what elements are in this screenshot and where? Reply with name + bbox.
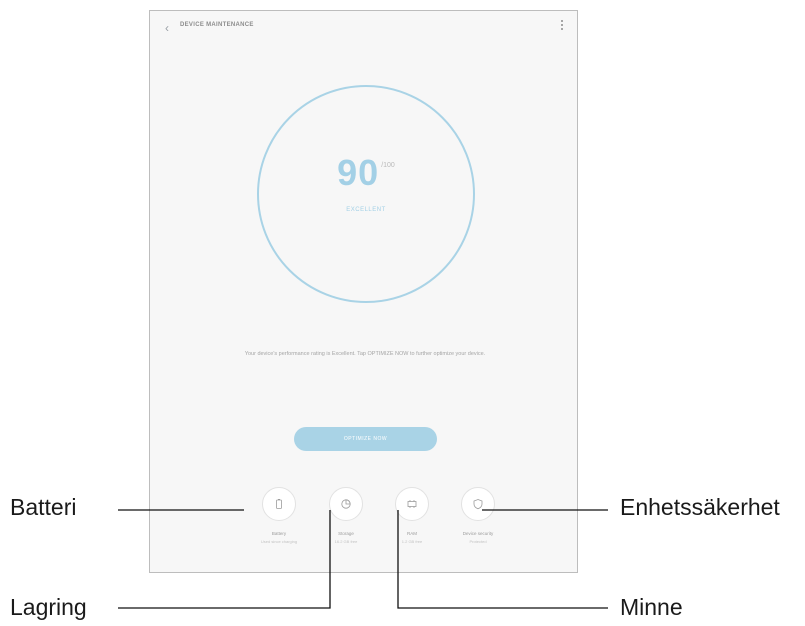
lagring-leader-line	[118, 510, 331, 609]
callout-enhetssakerhet: Enhetssäkerhet	[620, 494, 780, 520]
callout-batteri: Batteri	[10, 494, 77, 520]
stage: ‹ DEVICE MAINTENANCE 90/100 EXCELLENT Yo…	[0, 0, 805, 626]
callout-lagring: Lagring	[10, 594, 87, 620]
minne-leader-line	[397, 510, 608, 609]
callout-minne: Minne	[620, 594, 683, 620]
callout-lines	[118, 509, 608, 609]
